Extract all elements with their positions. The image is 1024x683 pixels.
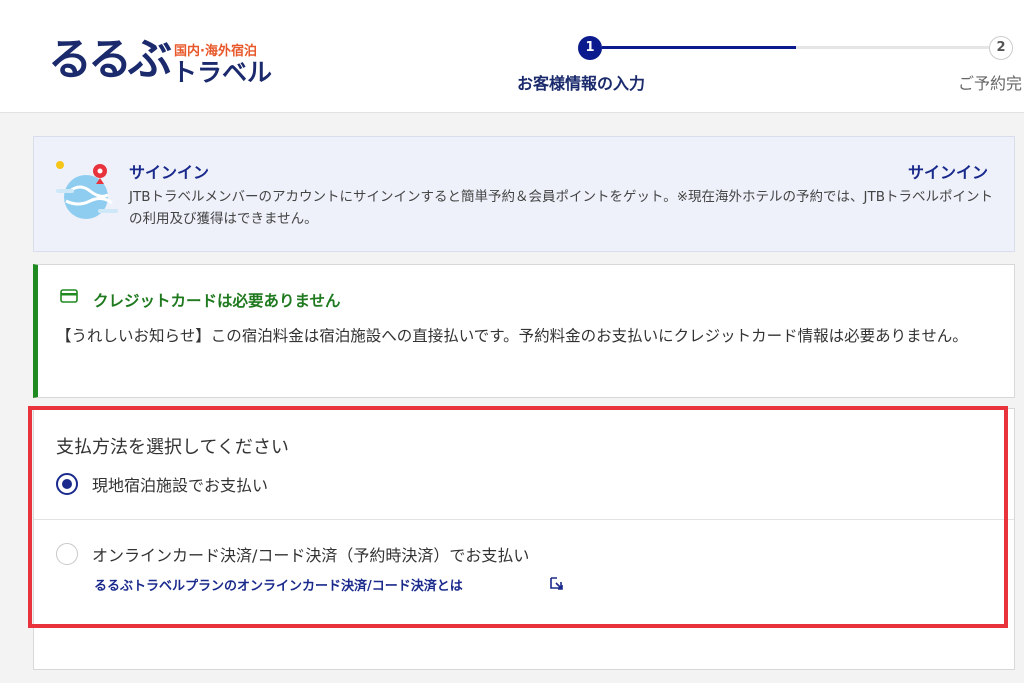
notice-title: クレジットカードは必要ありません — [93, 292, 341, 310]
pay-at-property-label[interactable]: 現地宿泊施設でお支払い — [92, 472, 268, 496]
radio-selected-dot — [62, 479, 72, 489]
credit-card-icon — [60, 289, 78, 303]
step-progress-fill — [602, 46, 796, 49]
signin-banner: サインイン サインイン JTBトラベルメンバーのアカウントにサインインすると簡単… — [33, 136, 1015, 252]
signin-title: サインイン — [129, 163, 210, 182]
radio-pay-at-property[interactable] — [56, 473, 78, 495]
option-divider — [34, 519, 1014, 520]
external-link-icon[interactable] — [548, 575, 564, 591]
globe-signin-icon — [56, 161, 118, 219]
logo-travel-text: トラベル — [172, 58, 273, 87]
no-credit-card-notice: クレジットカードは必要ありません 【うれしいお知らせ】この宿泊料金は宿泊施設への… — [33, 264, 1015, 398]
notice-description: 【うれしいお知らせ】この宿泊料金は宿泊施設への直接払いです。予約料金のお支払いに… — [56, 327, 968, 345]
step-2-label: ご予約完 — [958, 74, 1023, 93]
signin-description: JTBトラベルメンバーのアカウントにサインインすると簡単予約＆会員ポイントをゲッ… — [129, 189, 994, 227]
rurubu-travel-logo[interactable]: るるぶ 国内·海外宿泊 トラベル — [48, 32, 288, 92]
radio-online-payment[interactable] — [56, 543, 78, 565]
online-payment-label[interactable]: オンラインカード決済/コード決済（予約時決済）でお支払い — [92, 542, 529, 566]
online-payment-info-link[interactable]: るるぶトラベルプランのオンラインカード決済/コード決済とは — [94, 575, 463, 594]
logo-sub-text: 国内·海外宿泊 — [174, 44, 257, 59]
step-1-label: お客様情報の入力 — [517, 74, 646, 93]
step-2-indicator: 2 — [989, 36, 1013, 60]
signin-link[interactable]: サインイン — [908, 159, 988, 183]
logo-main-text: るるぶ — [48, 34, 172, 85]
payment-method-heading: 支払方法を選択してください — [56, 437, 289, 458]
payment-method-section: 支払方法を選択してください 現地宿泊施設でお支払い オンラインカード決済/コード… — [33, 408, 1015, 670]
step-progress-track — [602, 46, 989, 49]
step-1-indicator: 1 — [578, 36, 602, 60]
header: るるぶ 国内·海外宿泊 トラベル 1 2 お客様情報の入力 ご予約完 — [0, 0, 1024, 113]
